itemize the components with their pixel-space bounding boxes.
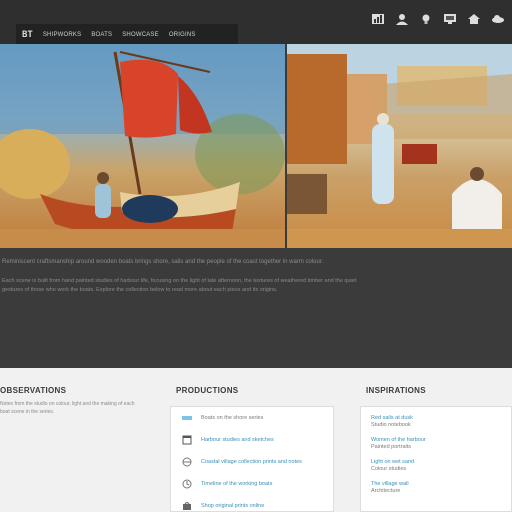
productions-row[interactable]: Timeline of the working boats [171,473,333,495]
productions-row[interactable]: Boats on the shore series [171,407,333,429]
inspirations-card: Red sails at dusk Studio notebook Women … [360,406,512,512]
productions-card: Boats on the shore series Harbour studie… [170,406,334,512]
bulb-icon[interactable] [418,12,434,26]
inspiration-title: Red sails at dusk [371,415,413,421]
productions-row-label: Coastal village collection prints and no… [201,458,302,465]
productions-row-label: Shop original prints online [201,502,265,509]
inspiration-item[interactable]: Red sails at dusk Studio notebook [371,415,501,429]
productions-row[interactable]: Coastal village collection prints and no… [171,451,333,473]
nav-link-shipworks[interactable]: SHIPWORKS [43,32,81,38]
globe-icon [181,457,193,467]
main-nav: BT SHIPWORKS BOATS SHOWCASE ORIGINS [16,24,238,46]
description-lead: Reminiscent craftsmanship around wooden … [2,259,324,265]
inspiration-title: The village wall [371,481,409,487]
description-section: Reminiscent craftsmanship around wooden … [0,258,512,295]
page-icon [181,413,193,423]
productions-row[interactable]: Harbour studies and sketches [171,429,333,451]
user-icon[interactable] [394,12,410,26]
chart-icon[interactable] [370,12,386,26]
nav-link-origins[interactable]: ORIGINS [169,32,196,38]
productions-row-label: Boats on the shore series [201,414,264,421]
monitor-icon[interactable] [442,12,458,26]
inspiration-title: Light on wet sand [371,459,415,465]
inspiration-sub: Studio notebook [371,422,411,428]
hero-image-village[interactable] [287,44,512,248]
window-icon [181,435,193,445]
nav-link-showcase[interactable]: SHOWCASE [122,32,159,38]
inspiration-item[interactable]: The village wall Architecture [371,481,501,495]
toolbar [370,10,506,28]
observations-title: OBSERVATIONS [0,386,67,395]
clock-icon [181,479,193,489]
inspiration-item[interactable]: Light on wet sand Colour studies [371,459,501,473]
productions-row-label: Timeline of the working boats [201,480,273,487]
bag-icon [181,501,193,511]
inspiration-item[interactable]: Women of the harbour Painted portraits [371,437,501,451]
hero-image-boat[interactable] [0,44,285,248]
inspiration-sub: Colour studies [371,466,407,472]
hero-gallery [0,44,512,248]
productions-row-label: Harbour studies and sketches [201,436,274,443]
inspiration-sub: Architecture [371,488,401,494]
productions-row[interactable]: Shop original prints online [171,495,333,512]
inspiration-title: Women of the harbour [371,437,426,443]
cloud-icon[interactable] [490,12,506,26]
description-body: Each scene is built from hand painted st… [2,278,357,293]
inspirations-title: INSPIRATIONS [366,386,426,395]
observations-text: Notes from the studio on colour, light a… [0,401,135,415]
site-logo[interactable]: BT [22,30,33,40]
home-icon[interactable] [466,12,482,26]
nav-link-boats[interactable]: BOATS [91,32,112,38]
inspiration-sub: Painted portraits [371,444,412,450]
productions-title: PRODUCTIONS [176,386,239,395]
